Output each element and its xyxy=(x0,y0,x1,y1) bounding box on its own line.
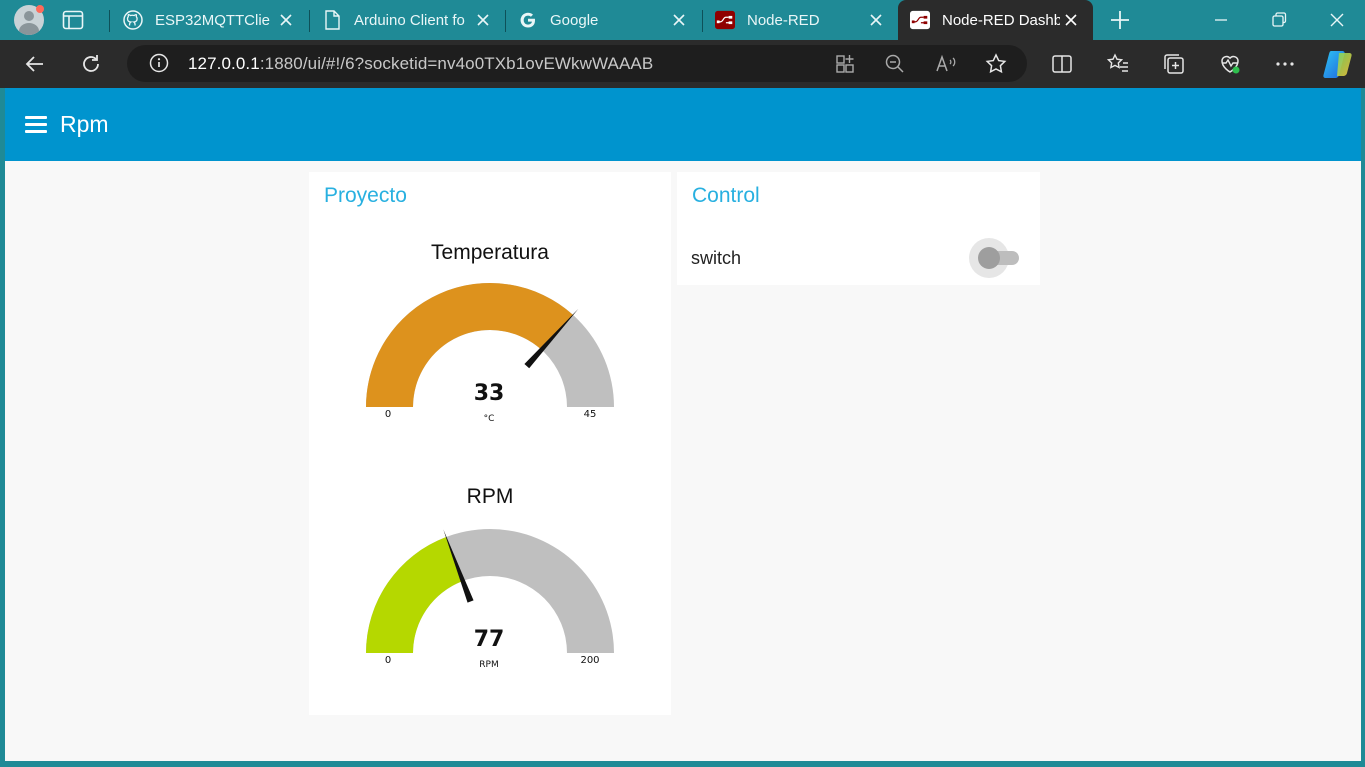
profile-notification-dot xyxy=(36,5,44,13)
menu-icon[interactable] xyxy=(25,116,47,134)
gauge-fill xyxy=(366,283,573,407)
zoom-out-icon[interactable] xyxy=(883,52,907,76)
node-red-icon xyxy=(910,10,930,30)
google-icon xyxy=(518,10,538,30)
gauge-temperatura: 33 °C 0 45 xyxy=(366,283,614,424)
tab-strip: ESP32MQTTClien Arduino Client fo Google … xyxy=(0,0,1365,40)
tab-label: Node-RED xyxy=(747,11,820,29)
app-available-icon[interactable] xyxy=(833,52,857,76)
node-red-icon xyxy=(715,10,735,30)
more-options-icon[interactable] xyxy=(1273,52,1297,76)
read-aloud-icon[interactable] xyxy=(934,52,958,76)
close-icon[interactable] xyxy=(669,10,689,30)
document-icon xyxy=(322,10,342,30)
tab-label: ESP32MQTTClien xyxy=(155,11,270,29)
dashboard-header: Rpm xyxy=(5,88,1361,161)
gauge-title-rpm: RPM xyxy=(466,485,514,508)
group-title: Proyecto xyxy=(324,184,407,207)
address-bar[interactable]: 127.0.0.1:1880/ui/#!/6?socketid=nv4o0TXb… xyxy=(127,45,1027,82)
tab-label: Node-RED Dashb xyxy=(942,11,1060,29)
switch-label: switch xyxy=(691,248,742,268)
gauge-title-temperatura: Temperatura xyxy=(431,241,549,264)
gauge-value: 33 xyxy=(474,381,505,406)
gauge-units: RPM xyxy=(479,660,498,670)
tab-label: Google xyxy=(550,11,599,29)
copilot-icon[interactable] xyxy=(1322,49,1354,79)
restore-icon[interactable] xyxy=(1267,8,1291,32)
tab-arduino-client[interactable]: Arduino Client fo xyxy=(310,0,505,40)
minimize-icon[interactable] xyxy=(1209,8,1233,32)
gauge-rpm: 77 RPM 0 200 xyxy=(366,529,614,670)
group-proyecto: Proyecto Temperatura 33 °C 0 45 RPM 77 R… xyxy=(309,172,671,715)
gauge-min: 0 xyxy=(385,655,391,666)
gauge-fill xyxy=(366,537,463,653)
tab-node-red-dashboard[interactable]: Node-RED Dashb xyxy=(898,0,1093,40)
close-icon[interactable] xyxy=(276,10,296,30)
toggle-switch[interactable] xyxy=(969,236,1021,278)
tab-actions-icon[interactable] xyxy=(62,10,84,30)
close-icon[interactable] xyxy=(1061,10,1081,30)
group-title: Control xyxy=(692,184,760,207)
site-info-icon[interactable] xyxy=(149,53,169,73)
url-text[interactable]: 127.0.0.1:1880/ui/#!/6?socketid=nv4o0TXb… xyxy=(188,54,653,74)
refresh-icon[interactable] xyxy=(79,52,103,76)
gauge-min: 0 xyxy=(385,409,391,420)
group-control: Control switch xyxy=(677,172,1040,285)
gauge-max: 45 xyxy=(584,409,597,420)
dashboard-page: Rpm Proyecto Temperatura 33 °C 0 45 RPM … xyxy=(5,88,1361,761)
gauge-value: 77 xyxy=(474,627,505,652)
close-icon[interactable] xyxy=(473,10,493,30)
close-icon[interactable] xyxy=(866,10,886,30)
back-icon[interactable] xyxy=(23,52,47,76)
page-title: Rpm xyxy=(60,111,109,137)
gauge-units: °C xyxy=(484,414,495,424)
new-tab-icon[interactable] xyxy=(1108,8,1132,32)
favorite-star-icon[interactable] xyxy=(984,52,1008,76)
favorites-icon[interactable] xyxy=(1106,52,1130,76)
github-icon xyxy=(123,10,143,30)
browser-essentials-icon[interactable] xyxy=(1218,52,1242,76)
browser-toolbar: 127.0.0.1:1880/ui/#!/6?socketid=nv4o0TXb… xyxy=(0,40,1365,88)
tab-node-red[interactable]: Node-RED xyxy=(703,0,898,40)
tab-label: Arduino Client fo xyxy=(354,11,465,29)
tab-esp32[interactable]: ESP32MQTTClien xyxy=(113,0,308,40)
split-screen-icon[interactable] xyxy=(1050,52,1074,76)
tab-google[interactable]: Google xyxy=(506,0,701,40)
gauge-max: 200 xyxy=(580,655,599,666)
close-window-icon[interactable] xyxy=(1325,8,1349,32)
collections-icon[interactable] xyxy=(1162,52,1186,76)
